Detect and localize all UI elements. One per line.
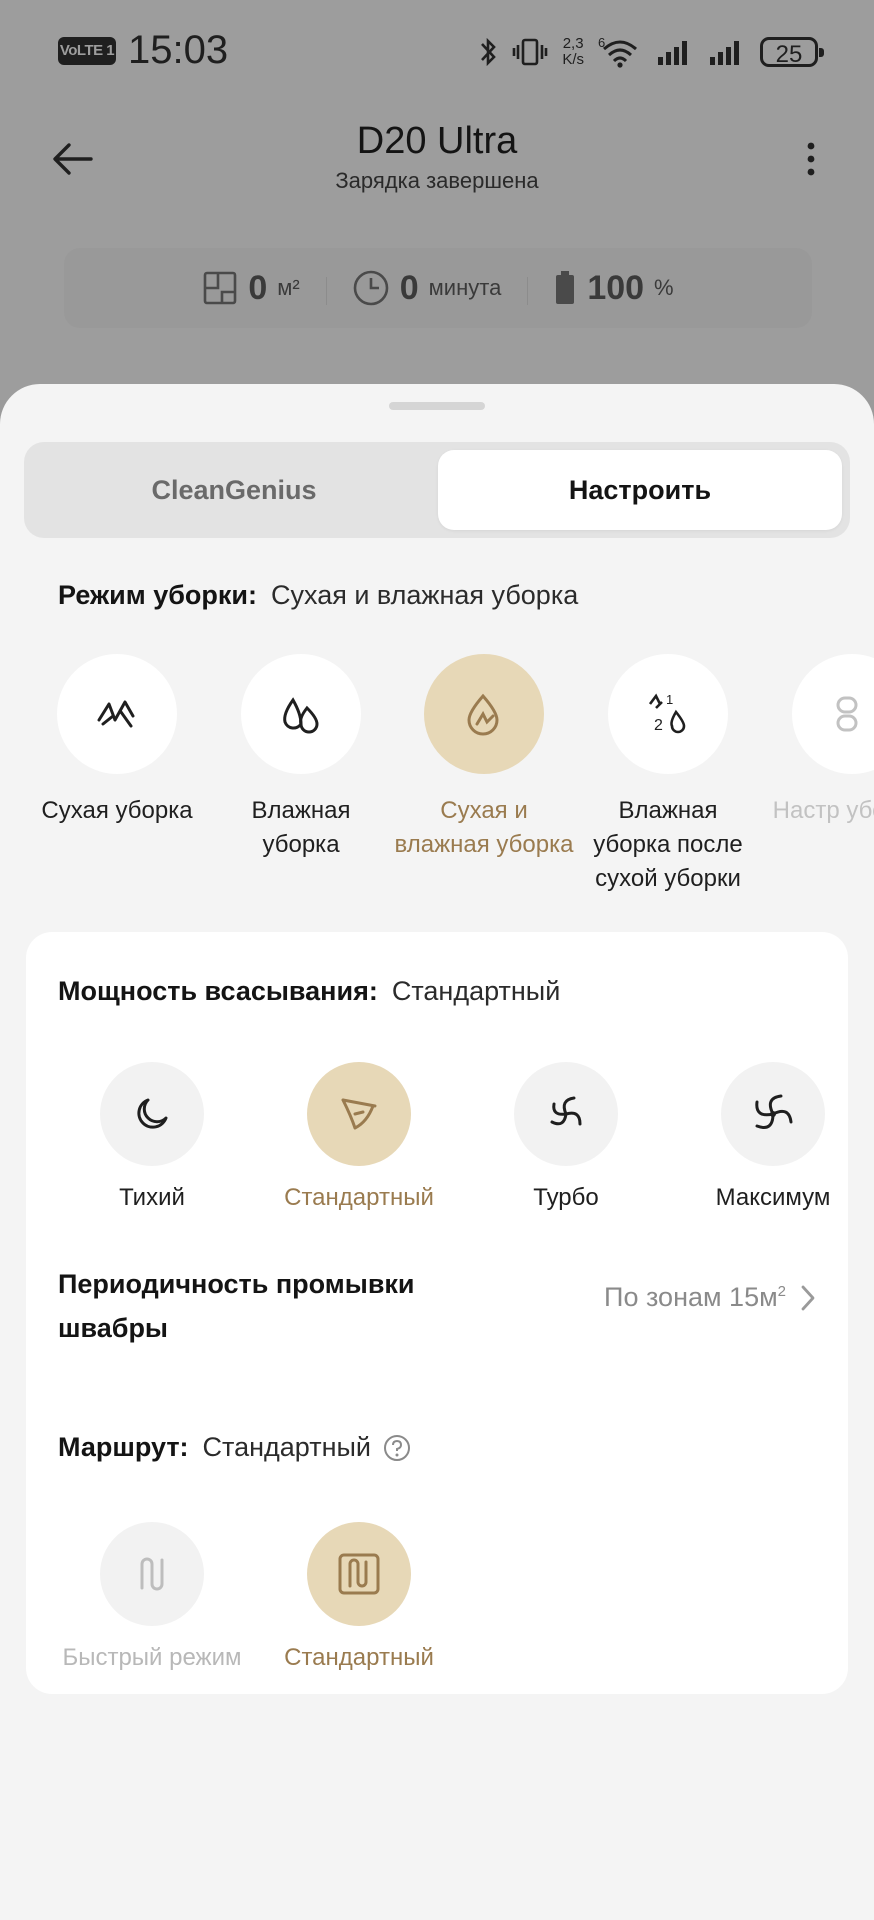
mop-wash-value-sup: 2 <box>777 1283 786 1300</box>
suction-option-label: Стандартный <box>284 1184 434 1211</box>
suction-label: Мощность всасывания: <box>58 976 378 1006</box>
quiet-icon <box>137 1098 168 1129</box>
mode-option-label: Сухая и влажная уборка <box>394 797 574 858</box>
custom-icon <box>836 696 858 732</box>
stats-bar: 0 м² 0 минута 100 % <box>64 248 812 328</box>
mop-wash-value: По зонам 15м2 <box>604 1282 816 1313</box>
svg-text:1: 1 <box>666 692 673 707</box>
svg-text:2: 2 <box>654 717 663 734</box>
settings-sheet: CleanGenius Настроить Режим уборки: Сухая… <box>0 384 874 1920</box>
mode-option-label: Сухая уборка <box>41 797 193 824</box>
tab-cleangenius[interactable]: CleanGenius <box>32 450 436 530</box>
route-value: Стандартный <box>202 1432 371 1462</box>
drops-icon <box>283 697 319 734</box>
route-option-standard[interactable]: Стандартный <box>259 1522 459 1672</box>
status-time: 15:03 <box>128 28 229 72</box>
stat-area: 0 м² <box>176 269 325 308</box>
more-menu-button[interactable] <box>796 134 826 184</box>
mode-option-label: Влажная уборка <box>251 797 351 858</box>
device-title: D20 Ultra <box>356 120 518 162</box>
mode-option-wet-after-dry[interactable]: 12 Влажная уборка после сухой уборки <box>578 654 758 896</box>
suction-option-turbo[interactable]: Турбо <box>466 1062 666 1212</box>
turbo-fan-icon <box>550 1096 582 1126</box>
sequence-icon: 12 <box>648 692 686 734</box>
vacuum-icon <box>97 700 135 728</box>
route-row: Маршрут: Стандартный <box>58 1432 411 1463</box>
mode-option-label: Настр убс ком <box>772 797 874 824</box>
mode-option-dry[interactable]: Сухая уборка <box>27 654 207 828</box>
stat-area-unit: м² <box>277 275 300 300</box>
standard-fan-icon <box>341 1098 377 1130</box>
signal-icon <box>658 41 687 65</box>
quick-route-icon <box>140 1557 164 1591</box>
bluetooth-icon <box>481 37 497 67</box>
max-fan-icon <box>755 1094 793 1129</box>
standard-route-icon <box>338 1553 380 1595</box>
cleaning-mode-row: Режим уборки: Сухая и влажная уборка <box>58 580 578 611</box>
suction-row: Мощность всасывания: Стандартный <box>58 976 560 1007</box>
area-icon <box>204 271 237 305</box>
settings-card: Мощность всасывания: Стандартный Тихий Ст… <box>26 932 848 1694</box>
suction-value: Стандартный <box>391 976 561 1006</box>
status-bar: VoLTE 1 15:03 2,3 K/s 6 25 <box>0 0 874 100</box>
stat-time: 0 минута <box>325 268 528 308</box>
suction-option-label: Максимум <box>715 1184 831 1211</box>
mode-option-dry-wet[interactable]: Сухая и влажная уборка <box>394 654 574 862</box>
volte-indicator: VoLTE 1 <box>58 37 116 65</box>
mode-option-wet[interactable]: Влажная уборка <box>211 654 391 862</box>
cleaning-mode-options: Сухая уборка Влажная уборка Сухая и влаж… <box>0 654 874 914</box>
vacuum-mop-icon <box>467 693 499 736</box>
chevron-right-icon <box>801 1285 815 1310</box>
background-app: VoLTE 1 15:03 2,3 K/s 6 25 D20 Ultra Зар… <box>0 0 874 400</box>
stat-time-unit: минута <box>428 275 502 300</box>
mode-tabs: CleanGenius Настроить <box>24 442 850 538</box>
cleaning-mode-label: Режим уборки: <box>58 580 257 610</box>
stat-battery: 100 % <box>527 269 699 308</box>
route-options: Быстрый режим Стандартный <box>26 1522 848 1692</box>
cleaning-mode-value: Сухая и влажная уборка <box>271 580 579 610</box>
route-option-label: Быстрый режим <box>62 1644 242 1671</box>
more-vertical-icon <box>807 142 815 176</box>
clock-icon <box>353 270 389 306</box>
stat-time-value: 0 <box>399 268 419 307</box>
stat-battery-value: 100 <box>587 268 645 307</box>
mode-option-label: Влажная уборка после сухой уборки <box>593 797 743 892</box>
mode-option-custom[interactable]: Настр убс ком <box>762 654 874 828</box>
stat-area-value: 0 <box>248 268 268 307</box>
help-icon[interactable] <box>383 1434 411 1462</box>
vibrate-icon <box>513 38 548 66</box>
signal-icon <box>710 41 739 65</box>
route-option-label: Стандартный <box>284 1644 434 1671</box>
suction-options: Тихий Стандартный Турбо Максимум <box>26 1062 848 1232</box>
mop-wash-value-text: По зонам 15м <box>604 1282 778 1312</box>
suction-option-quiet[interactable]: Тихий <box>52 1062 252 1212</box>
sheet-drag-handle[interactable] <box>389 402 485 410</box>
battery-indicator: 25 <box>760 37 824 68</box>
suction-option-standard[interactable]: Стандартный <box>259 1062 459 1212</box>
route-option-quick[interactable]: Быстрый режим <box>52 1522 252 1672</box>
tab-customize[interactable]: Настроить <box>438 450 842 530</box>
wifi-icon: 6 <box>598 35 637 68</box>
stat-battery-unit: % <box>654 275 674 300</box>
suction-option-max[interactable]: Максимум <box>673 1062 873 1212</box>
mop-wash-row[interactable]: Периодичность промывки швабры По зонам 1… <box>58 1262 816 1362</box>
device-status: Зарядка завершена <box>335 168 539 193</box>
network-speed: 2,3 K/s <box>562 35 584 68</box>
battery-icon <box>556 271 575 304</box>
route-label: Маршрут: <box>58 1432 189 1462</box>
mop-wash-label: Периодичность промывки швабры <box>58 1269 415 1343</box>
suction-option-label: Турбо <box>533 1184 599 1211</box>
status-icons: 2,3 K/s 6 25 <box>478 30 824 74</box>
suction-option-label: Тихий <box>119 1184 185 1211</box>
